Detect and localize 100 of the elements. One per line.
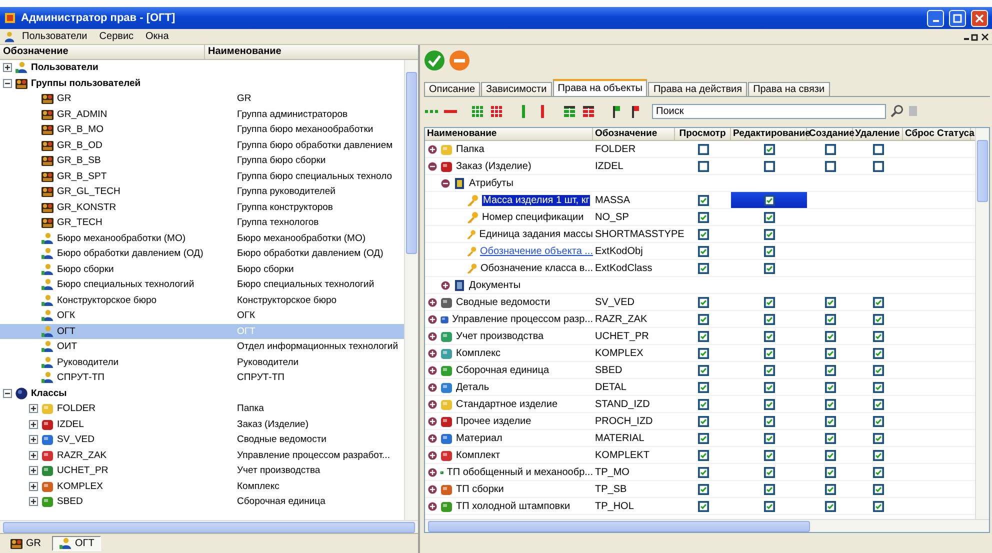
checkbox[interactable] — [824, 398, 836, 410]
search-field[interactable]: Поиск — [652, 104, 886, 118]
expander-icon[interactable] — [428, 450, 437, 460]
checkbox[interactable] — [698, 398, 708, 410]
expander-icon[interactable] — [428, 434, 437, 442]
expander-icon[interactable] — [428, 502, 437, 510]
checkbox[interactable] — [872, 348, 884, 358]
tree-row[interactable]: SV_VED Сводные ведомости — [0, 432, 404, 448]
row-name[interactable]: Масса изделия 1 шт, кг — [482, 194, 590, 206]
tree-row[interactable]: Руководители Руководители — [0, 354, 404, 370]
checkbox[interactable] — [698, 212, 708, 222]
checkbox[interactable] — [872, 450, 884, 460]
checkbox[interactable] — [698, 348, 708, 358]
tree-row[interactable]: Бюро специальных технологий Бюро специальных технологий — [0, 277, 404, 292]
scrollbar[interactable] — [425, 519, 989, 532]
expander-icon[interactable] — [29, 450, 38, 460]
checkbox[interactable] — [872, 314, 884, 324]
expander-icon[interactable] — [428, 484, 437, 494]
checkbox[interactable] — [824, 330, 836, 342]
checkbox[interactable] — [764, 432, 774, 444]
checkbox[interactable] — [698, 296, 708, 308]
checkbox[interactable] — [872, 484, 884, 494]
checkbox[interactable] — [764, 364, 774, 376]
checkbox[interactable] — [824, 484, 836, 494]
column-header[interactable]: Просмотр — [675, 128, 731, 140]
row-name[interactable]: Сборочная единица — [456, 364, 550, 376]
expander-icon[interactable] — [428, 366, 437, 374]
tree-row[interactable]: Бюро обработки давлением (ОД) Бюро обработки давлением (ОД) — [0, 246, 404, 262]
tree-row[interactable]: Бюро сборки Бюро сборки — [0, 262, 404, 277]
tree-row[interactable]: ОИТ Отдел информационных технологий — [0, 339, 404, 354]
column-header[interactable]: Наименование — [425, 128, 593, 140]
row-name[interactable]: Обозначение объекта ... — [480, 246, 593, 256]
tree-row[interactable]: KOMPLEX Комплекс — [0, 478, 404, 494]
expander-icon[interactable] — [441, 280, 450, 290]
tree-row[interactable]: СПРУТ-ТП СПРУТ-ТП — [0, 370, 404, 386]
tree-row[interactable]: Классы — [0, 386, 404, 401]
tab[interactable]: Права на объекты — [552, 79, 648, 96]
checkbox[interactable] — [764, 296, 774, 308]
checkbox[interactable] — [824, 416, 836, 426]
expander-icon[interactable] — [3, 388, 12, 398]
apply-icon[interactable] — [424, 50, 445, 70]
expander-icon[interactable] — [428, 416, 437, 426]
checkbox[interactable] — [698, 466, 708, 478]
restore-icon[interactable] — [971, 32, 979, 40]
checkbox[interactable] — [698, 432, 708, 444]
checkbox[interactable] — [824, 296, 836, 308]
checkbox[interactable] — [872, 398, 884, 410]
checkbox[interactable] — [764, 348, 774, 358]
search-icon[interactable] — [890, 104, 904, 118]
tab[interactable]: ОГТ — [52, 536, 102, 551]
expander-icon[interactable] — [428, 348, 437, 358]
row-name[interactable]: Управление процессом разр... — [452, 314, 593, 324]
checkbox[interactable] — [698, 228, 708, 240]
menu-item[interactable]: Окна — [140, 31, 174, 42]
expander-icon[interactable] — [29, 497, 38, 506]
row-name[interactable]: ТП холодной штамповки — [456, 500, 570, 512]
checkbox[interactable] — [764, 262, 774, 274]
checkbox[interactable] — [824, 382, 836, 392]
row-name[interactable]: Учет производства — [456, 330, 544, 342]
checkbox[interactable] — [764, 246, 774, 256]
column-header[interactable]: Обозначение — [0, 45, 205, 59]
tree-row[interactable]: Пользователи — [0, 60, 404, 76]
checkbox[interactable] — [872, 330, 884, 342]
checkbox[interactable] — [698, 500, 708, 512]
tree-row[interactable]: UCHET_PR Учет производства — [0, 463, 404, 478]
tree-row[interactable]: GR_B_SPT Группа бюро специальных техноло — [0, 168, 404, 184]
grid-icon[interactable] — [581, 104, 596, 118]
maximize-button[interactable] — [949, 10, 966, 26]
checkbox[interactable] — [764, 228, 774, 240]
checkbox[interactable] — [872, 144, 884, 154]
tree-row[interactable]: ОГК ОГК — [0, 308, 404, 324]
row-name[interactable]: Папка — [456, 144, 484, 154]
tree-row[interactable]: GR_B_SB Группа бюро сборки — [0, 153, 404, 168]
tree-row[interactable]: IZDEL Заказ (Изделие) — [0, 416, 404, 432]
close-button[interactable] — [971, 10, 988, 26]
checkbox[interactable] — [872, 160, 884, 172]
expander-icon[interactable] — [428, 468, 437, 476]
tab[interactable]: GR — [3, 536, 48, 551]
checkbox[interactable] — [698, 382, 708, 392]
checkbox[interactable] — [698, 144, 708, 154]
expander-icon[interactable] — [428, 332, 437, 340]
row-name[interactable]: Номер спецификации — [482, 212, 584, 222]
row-name[interactable]: Комплект — [456, 450, 500, 460]
expander-icon[interactable] — [29, 466, 38, 476]
checkbox[interactable] — [872, 416, 884, 426]
expander-icon[interactable] — [428, 144, 437, 154]
checkbox[interactable] — [764, 484, 774, 494]
checkbox[interactable] — [764, 398, 774, 410]
row-name[interactable]: Прочее изделие — [456, 416, 532, 426]
tree-row[interactable]: Бюро механообработки (МО) Бюро механообработки (МО) — [0, 230, 404, 246]
column-header[interactable]: Наименование — [205, 45, 418, 59]
checkbox[interactable] — [698, 416, 708, 426]
checkbox[interactable] — [698, 314, 708, 324]
expander-icon[interactable] — [3, 63, 12, 72]
row-name[interactable]: Стандартное изделие — [456, 398, 558, 410]
checkbox[interactable] — [824, 144, 836, 154]
checkbox[interactable] — [698, 450, 708, 460]
tree-row[interactable]: GR GR — [0, 91, 404, 106]
tree-row[interactable]: FOLDER Папка — [0, 401, 404, 416]
checkbox[interactable] — [764, 330, 774, 342]
